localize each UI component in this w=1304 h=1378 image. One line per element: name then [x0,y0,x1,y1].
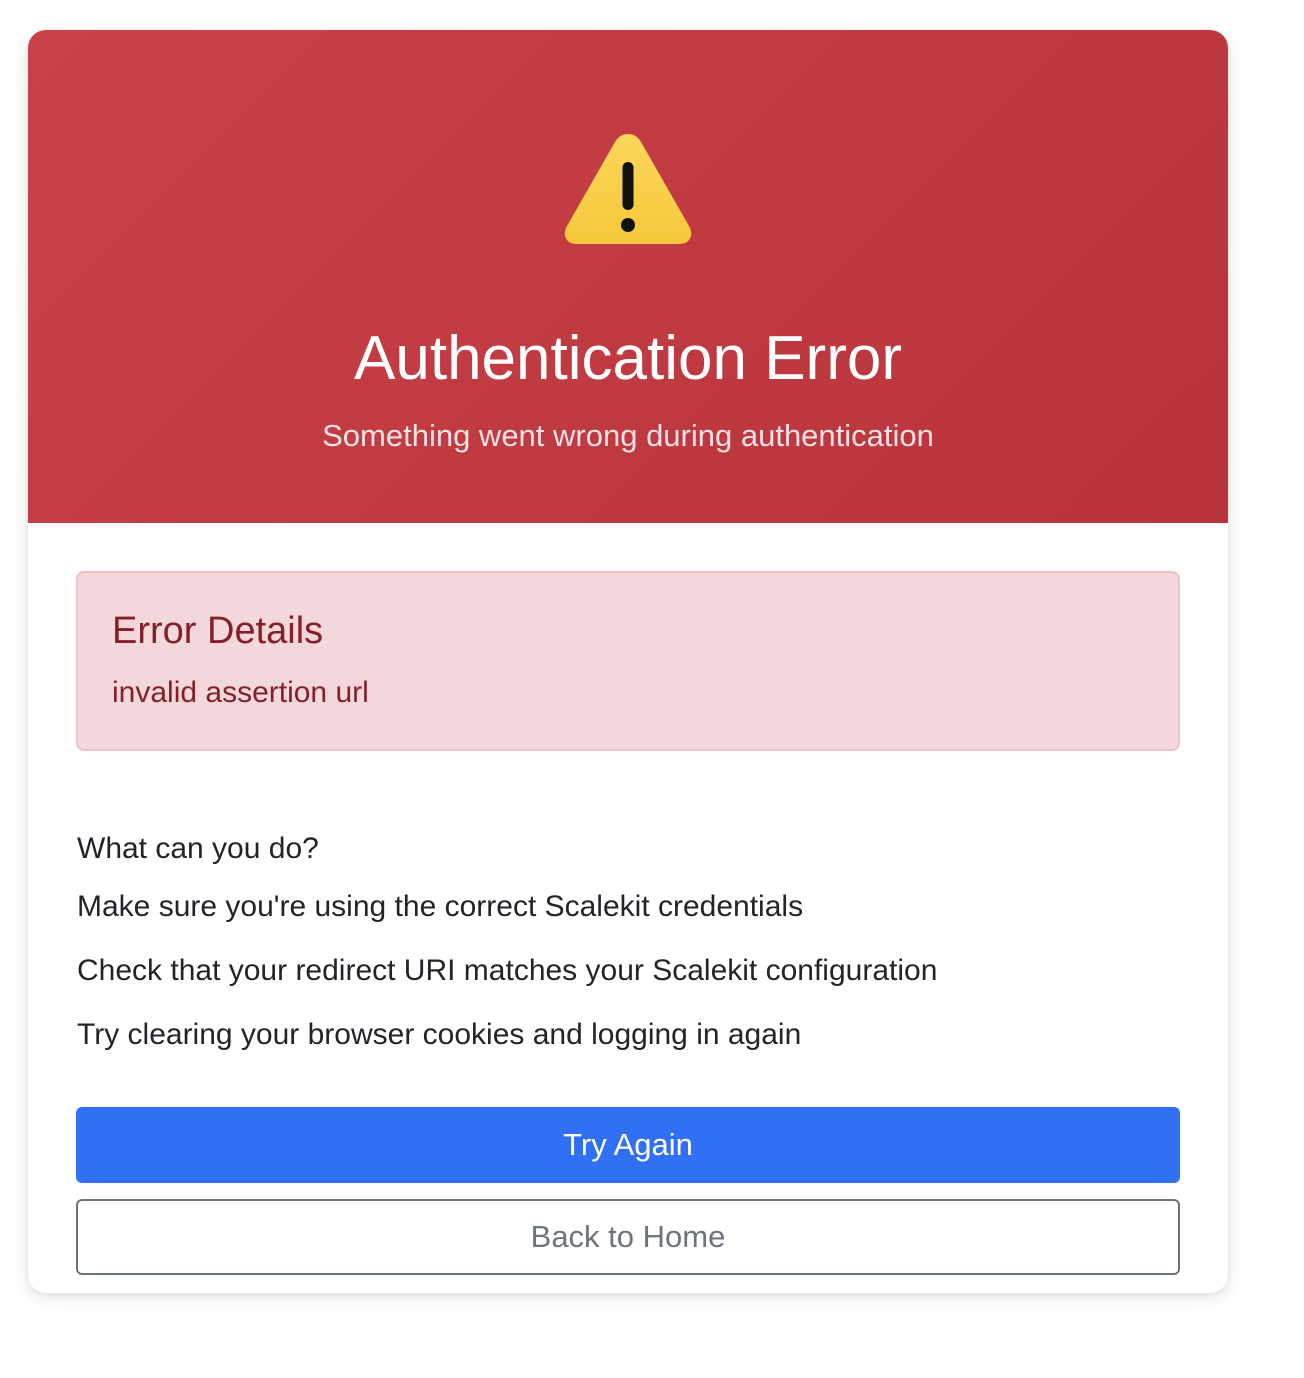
error-details-title: Error Details [112,610,324,652]
help-item: Make sure you're using the correct Scale… [77,890,804,923]
help-item: Try clearing your browser cookies and lo… [77,1018,802,1051]
warning-icon [564,134,692,244]
error-header: Authentication Error Something went wron… [28,30,1228,523]
error-details-box: Error Details invalid assertion url [76,571,1180,751]
page-subtitle: Something went wrong during authenticati… [322,418,934,453]
help-heading: What can you do? [77,832,319,865]
error-details-message: invalid assertion url [112,676,369,709]
card-body: Error Details invalid assertion url What… [28,523,1228,1293]
page-title: Authentication Error [354,324,902,393]
error-card: Authentication Error Something went wron… [28,30,1228,1293]
back-to-home-button[interactable]: Back to Home [76,1199,1180,1275]
help-item: Check that your redirect URI matches you… [77,954,938,987]
try-again-button[interactable]: Try Again [76,1107,1180,1183]
